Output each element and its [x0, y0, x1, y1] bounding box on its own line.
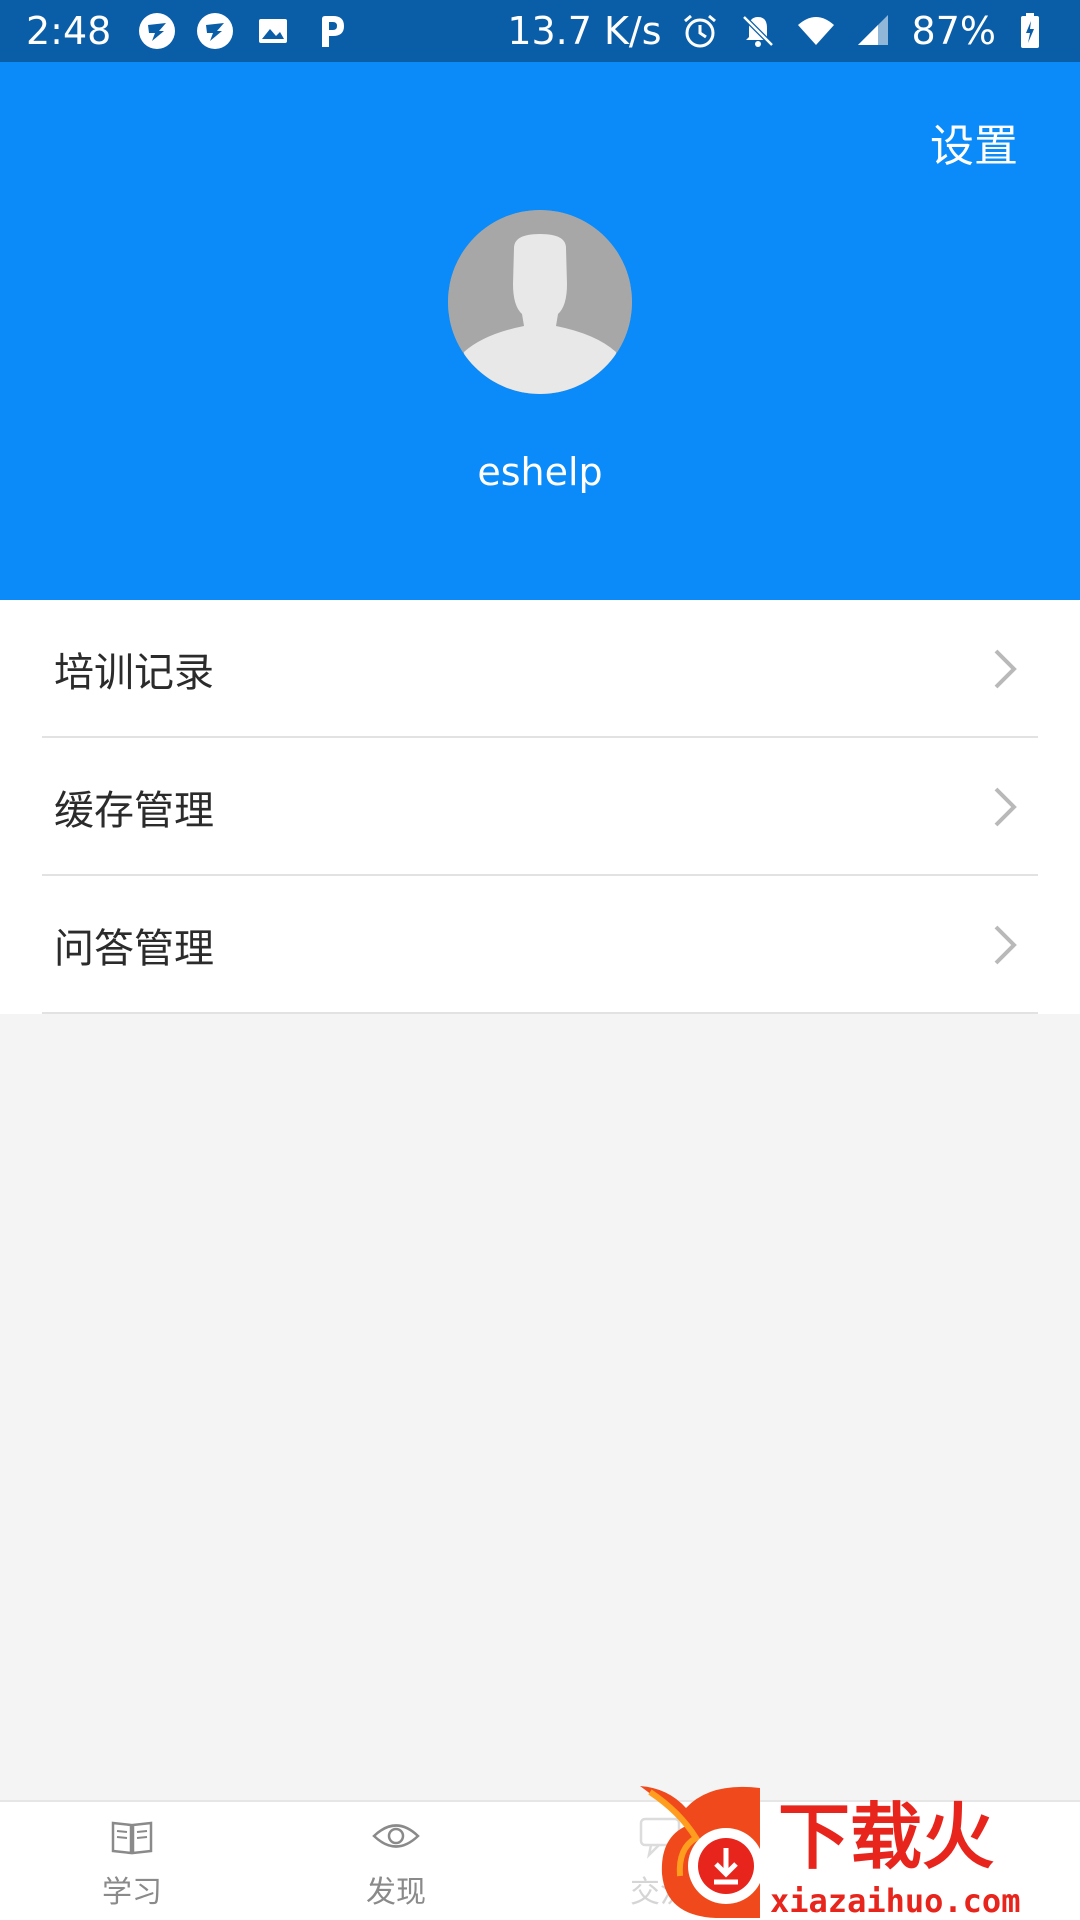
book-icon	[107, 1811, 157, 1861]
watermark-url: xiazaihuo.com	[770, 1882, 1020, 1920]
watermark-logo: 下载火 xiazaihuo.com	[640, 1778, 1080, 1920]
bell-off-icon	[738, 11, 778, 51]
dingtalk-icon	[137, 11, 177, 51]
profile-menu: 培训记录 缓存管理 问答管理	[0, 600, 1080, 1014]
status-time: 2:48	[26, 9, 112, 53]
watermark-title: 下载火	[778, 1795, 994, 1879]
chevron-right-icon	[992, 785, 1020, 829]
status-bar: 2:48 13.7 K/s 87%	[0, 0, 1080, 62]
menu-item-label: 缓存管理	[54, 788, 214, 834]
nav-item-discover[interactable]: 发现	[264, 1802, 528, 1920]
avatar[interactable]	[448, 210, 632, 394]
menu-item-label: 问答管理	[54, 926, 214, 972]
wifi-icon	[796, 11, 836, 51]
battery-percent: 87%	[911, 9, 996, 53]
chevron-right-icon	[992, 923, 1020, 967]
nav-item-study[interactable]: 学习	[0, 1802, 264, 1920]
status-bar-left: 2:48	[26, 9, 351, 53]
network-speed: 13.7 K/s	[507, 9, 662, 53]
nav-label: 发现	[366, 1875, 426, 1910]
battery-icon	[1014, 11, 1054, 51]
signal-icon	[854, 11, 894, 51]
alarm-icon	[680, 11, 720, 51]
status-bar-right: 13.7 K/s 87%	[507, 9, 1054, 53]
username: eshelp	[477, 450, 603, 494]
p-icon	[311, 11, 351, 51]
nav-label: 学习	[102, 1875, 162, 1910]
settings-button[interactable]: 设置	[930, 110, 1018, 174]
image-icon	[253, 11, 293, 51]
default-user-icon	[448, 210, 632, 394]
menu-item-qa-management[interactable]: 问答管理	[0, 876, 1080, 1014]
menu-item-label: 培训记录	[54, 650, 214, 696]
eye-icon	[371, 1811, 421, 1861]
dingtalk-icon	[195, 11, 235, 51]
profile-header: 设置 eshelp	[0, 62, 1080, 600]
chevron-right-icon	[992, 647, 1020, 691]
menu-item-cache-management[interactable]: 缓存管理	[0, 738, 1080, 876]
menu-item-training-records[interactable]: 培训记录	[0, 600, 1080, 738]
